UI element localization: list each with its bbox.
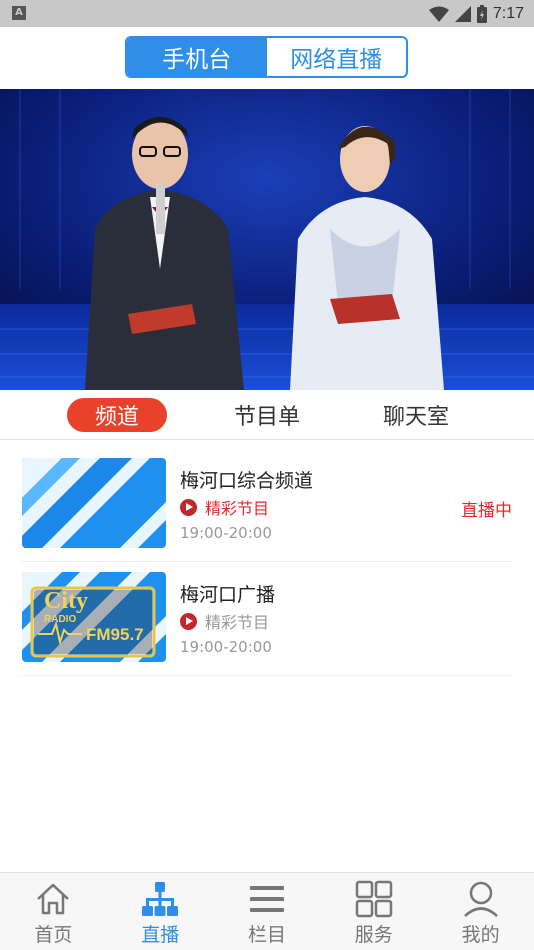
status-bar: A 7:17 [0,0,534,27]
segment-web-live[interactable]: 网络直播 [267,38,407,76]
menu-icon [249,886,284,912]
nav-columns-label: 栏目 [247,924,286,946]
video-player[interactable] [0,89,534,390]
play-icon [180,498,197,516]
bottom-nav: 首页 直播 栏目 服务 我的 [0,872,534,950]
live-network-icon [142,882,179,916]
wifi-icon [428,6,449,22]
channel-item[interactable]: City RADIO FM95.7 梅河口广播 精彩节目 19:00-20:00 [22,562,512,676]
nav-columns[interactable]: 栏目 [214,873,321,950]
user-icon [463,881,498,917]
home-icon [37,883,70,915]
channel-program: 精彩节目 [180,495,269,519]
nav-home-label: 首页 [34,924,73,946]
nav-mine[interactable]: 我的 [427,873,534,950]
channel-name: 梅河口广播 [180,584,276,606]
nav-home[interactable]: 首页 [0,873,107,950]
battery-icon [476,5,487,23]
city-radio-logo-icon: City RADIO FM95.7 [22,572,166,662]
nav-live[interactable]: 直播 [107,873,214,950]
program-title: 精彩节目 [205,499,270,518]
channel-item[interactable]: 梅河口综合频道 精彩节目 19:00-20:00 直播中 [22,448,512,562]
nav-services[interactable]: 服务 [320,873,427,950]
channel-name: 梅河口综合频道 [180,470,314,492]
tab-channels[interactable]: 频道 [67,398,167,432]
nav-live-label: 直播 [141,924,180,946]
program-time: 19:00-20:00 [180,638,272,656]
content-tabs: 频道 节目单 聊天室 [0,390,534,440]
nav-mine-label: 我的 [461,924,500,946]
status-time: 7:17 [492,5,524,22]
logo-radio-text: RADIO [44,614,76,625]
source-switcher: 手机台 网络直播 [125,36,408,78]
logo-fm-text: FM95.7 [86,625,144,644]
live-badge: 直播中 [461,501,512,521]
program-title: 精彩节目 [205,613,270,632]
play-icon [180,612,197,630]
tab-schedule[interactable]: 节目单 [217,398,317,432]
segment-mobile-tv[interactable]: 手机台 [127,38,267,76]
program-time: 19:00-20:00 [180,524,272,542]
nav-services-label: 服务 [354,924,393,946]
logo-city-text: City [44,588,88,614]
video-frame [0,89,534,390]
signal-icon [454,6,471,22]
notification-icon: A [12,6,26,20]
tab-chatroom[interactable]: 聊天室 [366,398,466,432]
channel-program: 精彩节目 [180,609,269,633]
grid-icon [355,880,393,918]
blue-stripes-logo-icon [22,458,166,548]
